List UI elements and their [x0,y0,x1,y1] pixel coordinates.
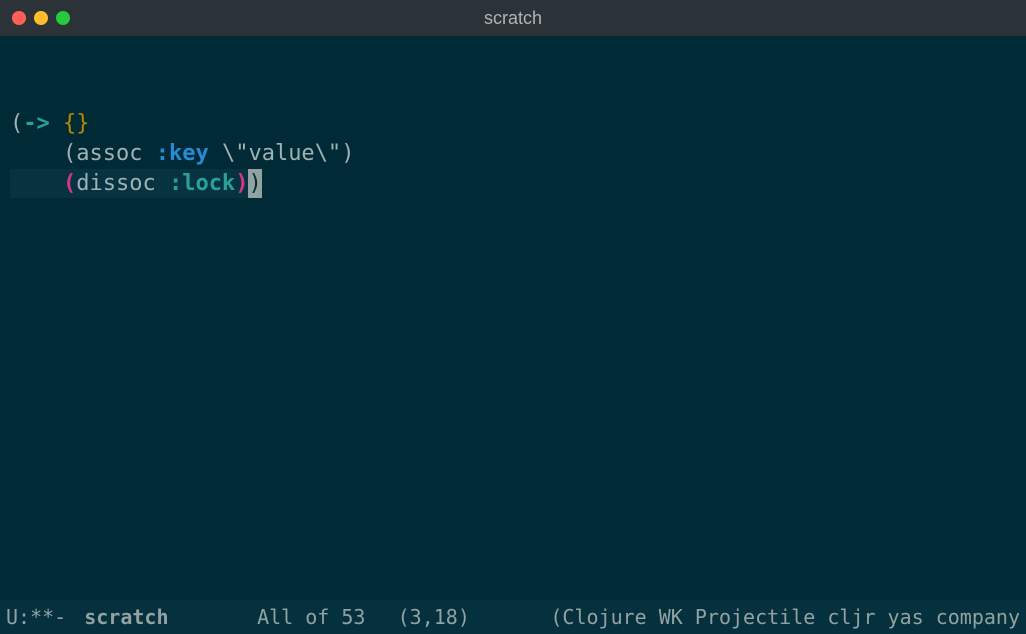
modeline-row-col: (3,18) [398,605,470,629]
modeline-position: All of 53 [257,605,365,629]
matched-paren-open: ( [63,171,76,196]
highlighted-region: (dissoc :lock) [10,169,248,199]
code-line-3: (dissoc :lock)) [10,169,1016,199]
titlebar: scratch [0,0,1026,36]
modeline-buffer-name[interactable]: scratch [84,605,168,629]
close-icon[interactable] [12,11,26,25]
traffic-lights [12,11,70,25]
code-line-2: (assoc :key \"value\") [10,139,1016,169]
map-literal: {} [63,111,90,136]
modeline-state: U:**- [6,605,66,629]
keyword-lock: :lock [169,171,235,196]
paren-open: ( [10,111,23,136]
modeline-modes: (Clojure WK Projectile cljr yas company [550,605,1020,629]
cursor: ) [248,169,261,199]
code-line-1: (-> {} [10,109,1016,139]
modeline: U:**- scratch All of 53 (3,18) (Clojure … [0,600,1026,634]
fn-dissoc: dissoc [76,171,169,196]
fn-assoc: assoc [76,141,155,166]
string-value: value [248,141,314,166]
keyword-key: :key [156,141,209,166]
zoom-icon[interactable] [56,11,70,25]
matched-paren-close: ) [235,171,248,196]
editor-area[interactable]: (-> {} (assoc :key \"value\") (dissoc :l… [0,36,1026,600]
thread-first-macro: -> [23,111,50,136]
minimize-icon[interactable] [34,11,48,25]
window-title: scratch [484,8,542,29]
